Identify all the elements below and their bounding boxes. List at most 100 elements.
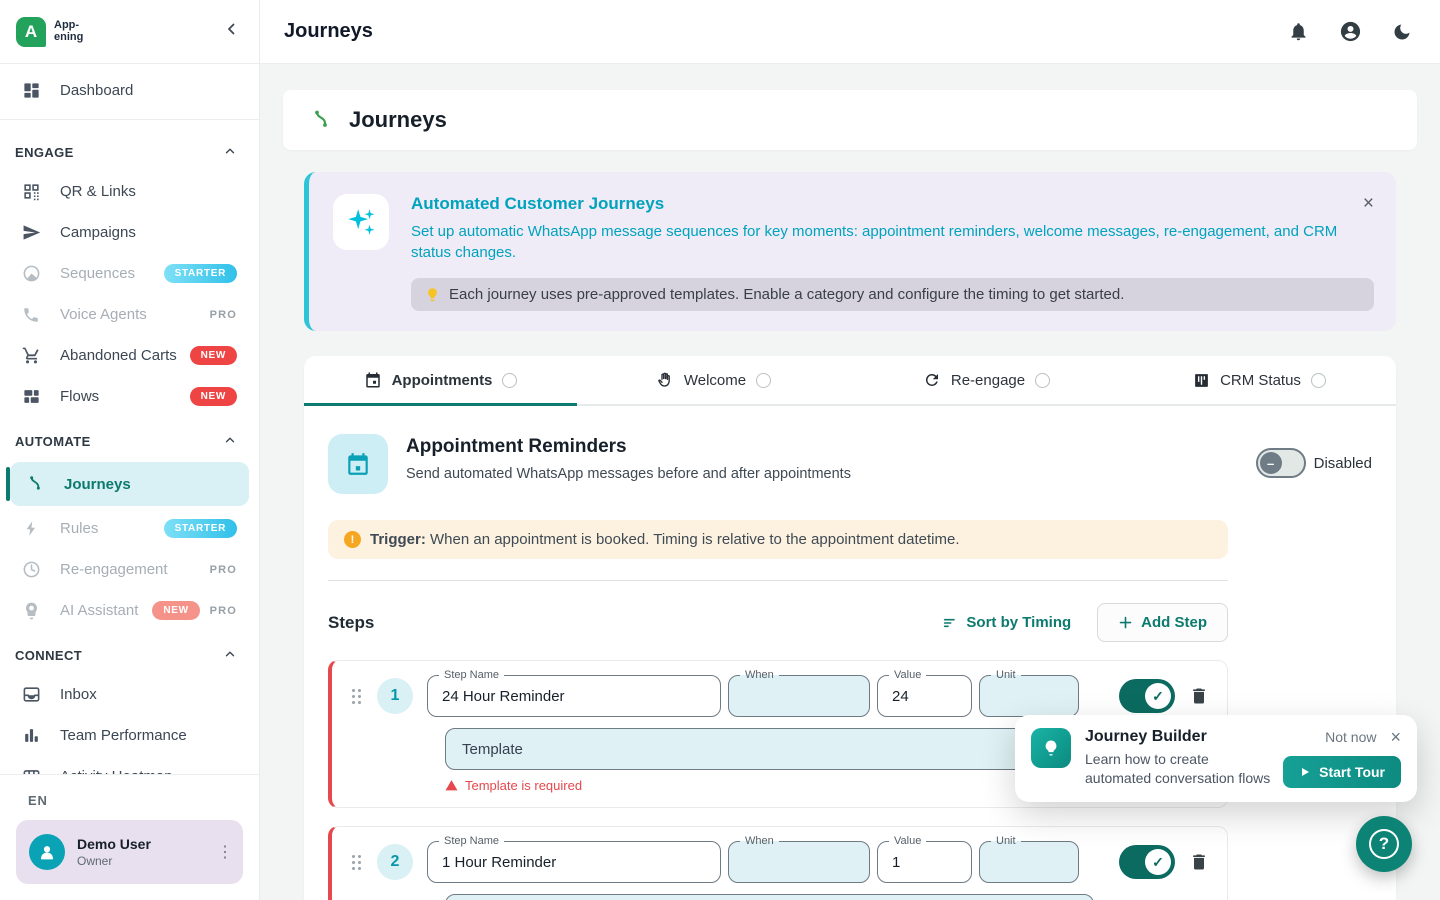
route-icon: [309, 108, 333, 132]
step-name-field[interactable]: Step Name: [427, 675, 721, 717]
account-icon[interactable]: [1338, 20, 1362, 44]
delete-step-icon[interactable]: [1189, 686, 1209, 706]
start-tour-button[interactable]: Start Tour: [1283, 756, 1401, 788]
popup-actions: Not now × Start Tour: [1283, 728, 1401, 788]
bar-chart-icon: [20, 725, 42, 747]
journey-builder-popup: Journey Builder Learn how to createautom…: [1015, 715, 1417, 802]
unit-field[interactable]: Unit: [979, 675, 1079, 717]
sidebar: A App- ening Dashboard ENGAGE: [0, 0, 260, 900]
lightbulb-icon: [1031, 728, 1071, 768]
sparkles-icon: [333, 194, 389, 250]
sidebar-item-sequences[interactable]: Sequences STARTER: [0, 253, 259, 294]
sidebar-item-label: Flows: [60, 388, 99, 405]
collapse-sidebar-icon[interactable]: [223, 20, 241, 43]
sidebar-item-journeys[interactable]: Journeys: [10, 462, 249, 506]
starter-badge: STARTER: [164, 264, 237, 283]
value-field[interactable]: Value: [877, 675, 972, 717]
section-header-engage[interactable]: ENGAGE: [0, 128, 259, 171]
template-select[interactable]: Template: [445, 894, 1094, 900]
step-enabled-toggle[interactable]: ✓: [1119, 679, 1175, 713]
step-name-input[interactable]: [428, 676, 720, 716]
category-title: Appointment Reminders: [406, 436, 851, 458]
status-circle: [756, 373, 771, 388]
chevron-up-icon: [223, 647, 237, 664]
dashboard-icon: [20, 80, 42, 102]
step-name-field[interactable]: Step Name: [427, 841, 721, 883]
app-logo-icon: A: [16, 17, 46, 47]
avatar: [29, 834, 65, 870]
sidebar-item-qr-links[interactable]: QR & Links: [0, 171, 259, 212]
pro-tag: PRO: [210, 564, 237, 576]
value-input[interactable]: [878, 842, 971, 882]
enable-toggle[interactable]: –: [1256, 448, 1306, 478]
field-label: Step Name: [439, 835, 504, 848]
notifications-bell-icon[interactable]: [1286, 20, 1310, 44]
new-badge: NEW: [190, 346, 237, 365]
status-circle: [1035, 373, 1050, 388]
help-button[interactable]: ?: [1356, 816, 1412, 872]
banner-description: Set up automatic WhatsApp message sequen…: [411, 221, 1374, 263]
sidebar-item-label: Activity Heatmap: [60, 768, 173, 774]
sidebar-item-label: Campaigns: [60, 224, 136, 241]
sidebar-item-re-engagement[interactable]: Re-engagement PRO: [0, 549, 259, 590]
category-meta: Appointment Reminders Send automated Wha…: [406, 434, 851, 482]
popup-line2: automated conversation flows: [1085, 770, 1270, 786]
sidebar-item-rules[interactable]: Rules STARTER: [0, 508, 259, 549]
step-name-input[interactable]: [428, 842, 720, 882]
sidebar-item-campaigns[interactable]: Campaigns: [0, 212, 259, 253]
field-label: Value: [889, 835, 926, 848]
sort-by-timing-button[interactable]: Sort by Timing: [942, 614, 1071, 631]
lightbulb-icon: [425, 287, 440, 302]
field-label: When: [740, 835, 779, 848]
close-icon[interactable]: ×: [1390, 728, 1401, 746]
sidebar-item-abandoned-carts[interactable]: Abandoned Carts NEW: [0, 335, 259, 376]
drag-handle-icon[interactable]: [352, 855, 363, 870]
user-menu-icon[interactable]: ⋮: [217, 842, 233, 862]
value-input[interactable]: [878, 676, 971, 716]
wave-hand-icon: [656, 371, 674, 389]
template-select[interactable]: Template: [445, 728, 1094, 770]
tab-crm-status[interactable]: CRM Status: [1123, 356, 1396, 404]
user-card[interactable]: Demo User Owner ⋮: [16, 820, 243, 884]
question-mark-icon: ?: [1369, 829, 1399, 859]
sidebar-item-activity-heatmap[interactable]: Activity Heatmap: [0, 756, 259, 774]
when-field[interactable]: When: [728, 841, 870, 883]
tip-text: Each journey uses pre-approved templates…: [449, 286, 1124, 303]
route-icon: [24, 473, 46, 495]
flow-icon: [20, 386, 42, 408]
close-icon[interactable]: ×: [1363, 194, 1374, 213]
warning-icon: [445, 779, 458, 792]
tab-appointments[interactable]: Appointments: [304, 356, 577, 404]
dark-mode-moon-icon[interactable]: [1390, 20, 1414, 44]
add-step-button[interactable]: Add Step: [1097, 603, 1228, 642]
tab-welcome[interactable]: Welcome: [577, 356, 850, 404]
section-header-connect[interactable]: CONNECT: [0, 631, 259, 674]
app-logo-text: App- ening: [54, 20, 83, 43]
tab-label: Welcome: [684, 372, 746, 389]
drag-handle-icon[interactable]: [352, 689, 363, 704]
toggle-knob: –: [1260, 452, 1282, 474]
not-now-button[interactable]: Not now: [1325, 729, 1376, 745]
unit-field[interactable]: Unit: [979, 841, 1079, 883]
tab-label: Appointments: [392, 372, 493, 389]
language-selector[interactable]: EN: [16, 789, 243, 820]
logo-line2: ening: [54, 32, 83, 44]
sidebar-item-voice-agents[interactable]: Voice Agents PRO: [0, 294, 259, 335]
section-header-automate[interactable]: AUTOMATE: [0, 417, 259, 460]
popup-description: Learn how to createautomated conversatio…: [1085, 750, 1283, 788]
status-circle: [502, 373, 517, 388]
step-enabled-toggle[interactable]: ✓: [1119, 845, 1175, 879]
steps-title: Steps: [328, 613, 374, 633]
toggle-knob: ✓: [1145, 683, 1171, 709]
field-label: When: [740, 669, 779, 682]
tab-re-engage[interactable]: Re-engage: [850, 356, 1123, 404]
sidebar-item-team-performance[interactable]: Team Performance: [0, 715, 259, 756]
sidebar-item-flows[interactable]: Flows NEW: [0, 376, 259, 417]
sidebar-item-dashboard[interactable]: Dashboard: [0, 70, 259, 111]
value-field[interactable]: Value: [877, 841, 972, 883]
sidebar-item-inbox[interactable]: Inbox: [0, 674, 259, 715]
when-field[interactable]: When: [728, 675, 870, 717]
delete-step-icon[interactable]: [1189, 852, 1209, 872]
sidebar-item-ai-assistant[interactable]: AI Assistant NEW PRO: [0, 590, 259, 631]
sidebar-item-label: AI Assistant: [60, 602, 138, 619]
